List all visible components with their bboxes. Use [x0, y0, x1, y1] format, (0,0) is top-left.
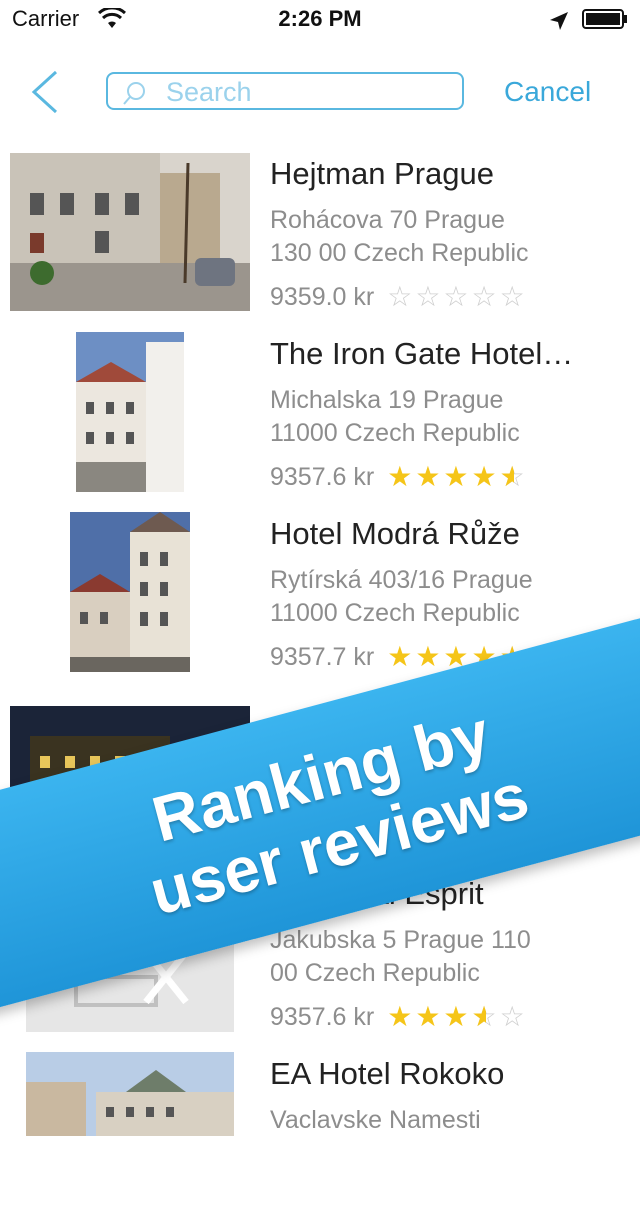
cancel-button[interactable]: Cancel	[504, 76, 591, 108]
star-full-icon: ★	[443, 1001, 472, 1032]
star-rating: ★★★☆☆	[387, 1000, 528, 1033]
search-input[interactable]: Search	[106, 72, 464, 110]
battery-icon	[582, 9, 627, 29]
hotel-name: The Iron Gate Hotel…	[270, 336, 574, 371]
location-arrow-icon	[550, 12, 568, 30]
star-full-icon: ★	[443, 461, 472, 492]
star-full-icon: ★	[387, 641, 416, 672]
address-line: 11000 Czech Republic	[270, 599, 520, 627]
star-full-icon: ★	[471, 461, 500, 492]
hotel-price: 9357.6 kr	[270, 1003, 375, 1031]
hotel-price: 9357.6 kr	[270, 463, 375, 491]
hotel-address: Michalska 19 Prague 11000 Czech Republic	[270, 384, 610, 450]
hotel-photo	[70, 512, 190, 672]
star-full-icon: ★	[387, 461, 416, 492]
hotel-photo	[76, 332, 184, 492]
star-half-icon: ☆	[500, 460, 528, 493]
address-line: Michalska 19 Prague	[270, 386, 504, 414]
address-line: 11000 Czech Republic	[270, 419, 520, 447]
hotel-address: Vaclavske Namesti	[270, 1104, 610, 1137]
hotel-price: 9357.7 kr	[270, 643, 375, 671]
star-empty-icon: ☆	[499, 281, 528, 312]
price-rating: 9357.6 kr ★★★★☆	[270, 460, 528, 493]
address-line: Vaclavske Namesti	[270, 1106, 481, 1134]
hotel-address: Rohácova 70 Prague 130 00 Czech Republic	[270, 204, 610, 270]
star-empty-icon: ☆	[387, 281, 416, 312]
list-item[interactable]: The Iron Gate Hotel… Michalska 19 Prague…	[0, 332, 640, 512]
price-rating: 9357.6 kr ★★★☆☆	[270, 1000, 528, 1033]
hotel-photo	[10, 153, 250, 311]
hotel-price: 9359.0 kr	[270, 283, 375, 311]
hotel-name: Hotel Modrá Růže	[270, 516, 520, 551]
star-empty-icon: ☆	[443, 281, 472, 312]
back-chevron-icon[interactable]	[26, 68, 62, 116]
star-empty-icon: ☆	[471, 281, 500, 312]
address-line: Rytírská 403/16 Prague	[270, 566, 533, 594]
hotel-address: Rytírská 403/16 Prague 11000 Czech Repub…	[270, 564, 610, 630]
hotel-name: EA Hotel Rokoko	[270, 1056, 505, 1091]
status-bar: Carrier 2:26 PM	[0, 0, 640, 40]
star-rating: ☆☆☆☆☆	[387, 280, 528, 313]
hotel-address: Jakubska 5 Prague 110 00 Czech Republic	[270, 924, 610, 990]
address-line: Rohácova 70 Prague	[270, 206, 505, 234]
address-line: 00 Czech Republic	[270, 959, 480, 987]
address-line: 130 00 Czech Republic	[270, 239, 529, 267]
list-item[interactable]: Hejtman Prague Rohácova 70 Prague 130 00…	[0, 152, 640, 332]
list-item[interactable]: EA Hotel Rokoko Vaclavske Namesti	[0, 1052, 640, 1232]
navigation-bar: Search Cancel	[0, 40, 640, 140]
search-icon	[123, 82, 145, 105]
star-empty-icon: ☆	[499, 1001, 528, 1032]
address-line: Jakubska 5 Prague 110	[270, 926, 531, 954]
hotel-name: Hejtman Prague	[270, 156, 495, 191]
star-rating: ★★★★☆	[387, 460, 528, 493]
star-full-icon: ★	[415, 461, 444, 492]
star-full-icon: ★	[415, 1001, 444, 1032]
hotel-photo	[26, 1052, 234, 1136]
price-rating: 9359.0 kr ☆☆☆☆☆	[270, 280, 528, 313]
clock: 2:26 PM	[278, 6, 362, 31]
star-half-icon: ☆	[472, 1000, 500, 1033]
star-empty-icon: ☆	[415, 281, 444, 312]
star-full-icon: ★	[415, 641, 444, 672]
search-placeholder: Search	[166, 77, 252, 107]
star-full-icon: ★	[387, 1001, 416, 1032]
